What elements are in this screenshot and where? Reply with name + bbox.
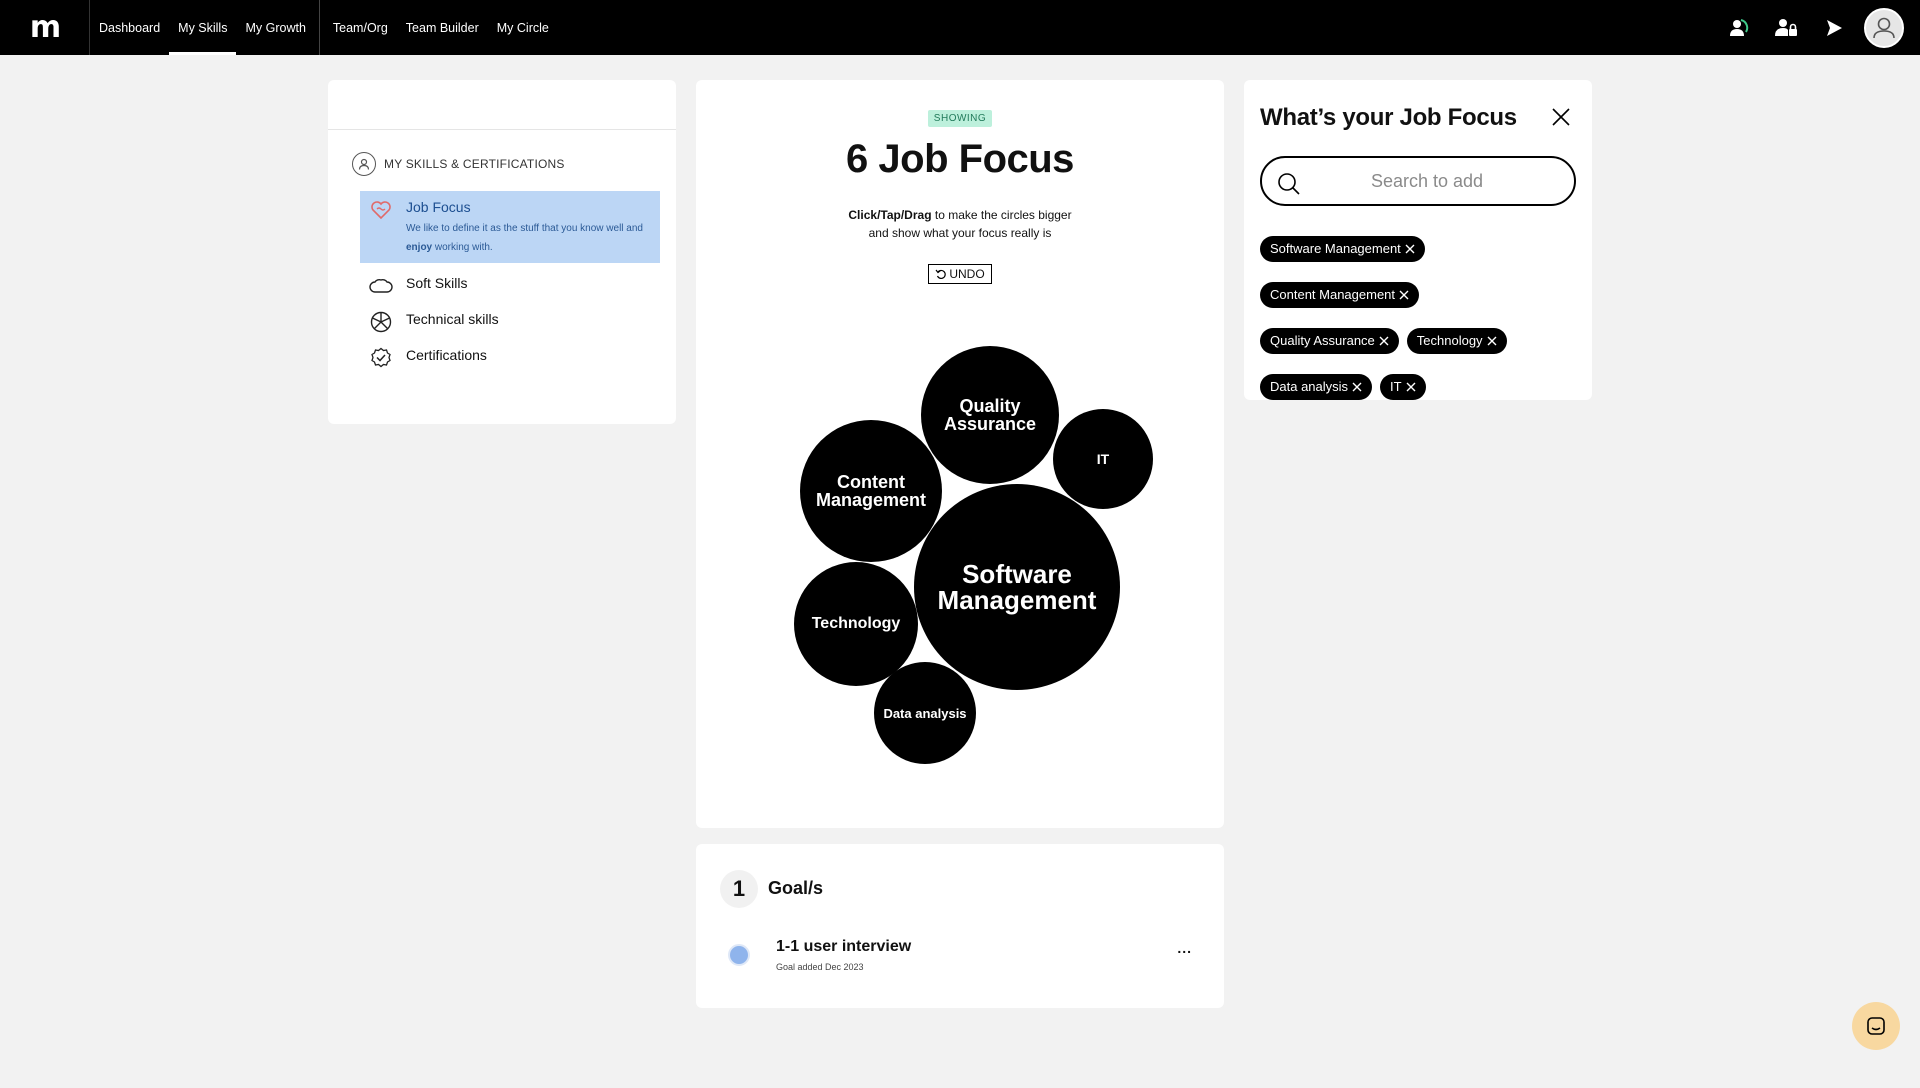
bubble-quality-assurance[interactable]: Quality Assurance [921,346,1059,484]
sidebar-item-soft-skills[interactable]: Soft Skills [360,267,660,305]
job-focus-search[interactable] [1260,156,1576,206]
remove-tag-icon[interactable] [1379,336,1389,346]
user-lock-icon[interactable] [1762,0,1810,55]
remove-tag-icon[interactable] [1406,382,1416,392]
main-nav: Dashboard My Skills My Growth Team/Org T… [90,0,558,55]
avatar-icon [1873,17,1895,38]
nav-team-org[interactable]: Team/Org [324,0,397,55]
skills-sidebar-card: MY SKILLS & CERTIFICATIONS Job Focus We … [328,80,676,424]
remove-tag-icon[interactable] [1405,244,1415,254]
cloud-icon [368,273,394,299]
person-circle-icon [352,152,376,176]
sidebar-item-job-focus[interactable]: Job Focus We like to define it as the st… [360,191,660,263]
nav-team-builder[interactable]: Team Builder [397,0,488,55]
tag-it: IT [1380,374,1426,400]
tag-data-analysis: Data analysis [1260,374,1373,400]
goal-title[interactable]: 1-1 user interview [776,938,911,956]
app-logo[interactable]: m [0,0,90,55]
close-panel-button[interactable] [1550,106,1572,128]
aperture-icon [368,309,394,335]
logo-text: m [29,10,61,45]
sidebar-item-label: Job Focus [406,199,471,215]
nav-my-skills[interactable]: My Skills [169,0,237,55]
user-status-icon[interactable] [1714,0,1762,55]
remove-tag-icon[interactable] [1487,336,1497,346]
nav-my-circle[interactable]: My Circle [488,0,558,55]
panel-title: What’s your Job Focus [1260,104,1517,131]
chat-launcher-button[interactable] [1852,1002,1900,1050]
nav-dashboard[interactable]: Dashboard [90,0,169,55]
sidebar-section-title: MY SKILLS & CERTIFICATIONS [352,152,565,176]
goal-status-dot[interactable] [728,944,750,966]
bubble-content-management[interactable]: Content Management [800,420,942,562]
sidebar-item-technical-skills[interactable]: Technical skills [360,303,660,341]
section-title-text: MY SKILLS & CERTIFICATIONS [384,157,565,171]
tag-technology: Technology [1406,328,1507,354]
job-focus-description: We like to define it as the stuff that y… [406,223,643,253]
undo-label: UNDO [949,267,985,281]
remove-tag-icon[interactable] [1399,290,1409,300]
top-navbar: m Dashboard My Skills My Growth Team/Org… [0,0,1920,55]
search-icon [1276,171,1302,202]
bubble-data-analysis[interactable]: Data analysis [874,662,976,764]
badge-check-icon [368,345,394,371]
showing-badge: SHOWING [927,110,993,127]
sidebar-card-header [328,80,676,130]
sidebar-item-certifications[interactable]: Certifications [360,339,660,377]
goal-date: Goal added Dec 2023 [776,962,864,972]
chat-icon [1867,1017,1885,1035]
undo-icon [935,269,947,280]
goal-count: 1 [720,870,758,908]
sidebar-item-label: Technical skills [406,311,499,327]
nav-actions [1714,0,1920,55]
goals-heading: Goal/s [768,878,824,898]
user-avatar[interactable] [1864,7,1904,48]
focus-bubble-chart: Software Management Quality Assurance Co… [696,80,1224,828]
search-input[interactable] [1312,166,1542,196]
nav-divider [318,0,320,55]
sidebar-item-label: Certifications [406,347,487,363]
job-focus-panel: What’s your Job Focus Software Managemen… [1244,80,1592,400]
bubble-it[interactable]: IT [1053,409,1153,509]
job-focus-title: 6 Job Focus [846,137,1074,181]
send-icon[interactable] [1810,0,1858,55]
bubble-instructions: Click/Tap/Drag to make the circles bigge… [848,208,1072,240]
goal-more-button[interactable]: ... [1177,940,1192,956]
tag-software-management: Software Management [1260,236,1425,262]
remove-tag-icon[interactable] [1352,382,1362,392]
sidebar-item-label: Soft Skills [406,275,468,291]
bubble-software-management[interactable]: Software Management [914,484,1120,690]
job-focus-card: SHOWING 6 Job Focus Click/Tap/Drag to ma… [696,80,1224,828]
close-icon [1552,108,1570,126]
nav-my-growth[interactable]: My Growth [236,0,314,55]
undo-button[interactable]: UNDO [928,264,992,284]
tag-content-management: Content Management [1260,282,1420,308]
tag-quality-assurance: Quality Assurance [1260,328,1399,354]
selected-focus-tags: Software Management Content Management Q… [1260,236,1576,400]
goals-card: 1 Goal/s 1-1 user interview Goal added D… [696,844,1224,1008]
heart-brain-icon [368,197,394,223]
